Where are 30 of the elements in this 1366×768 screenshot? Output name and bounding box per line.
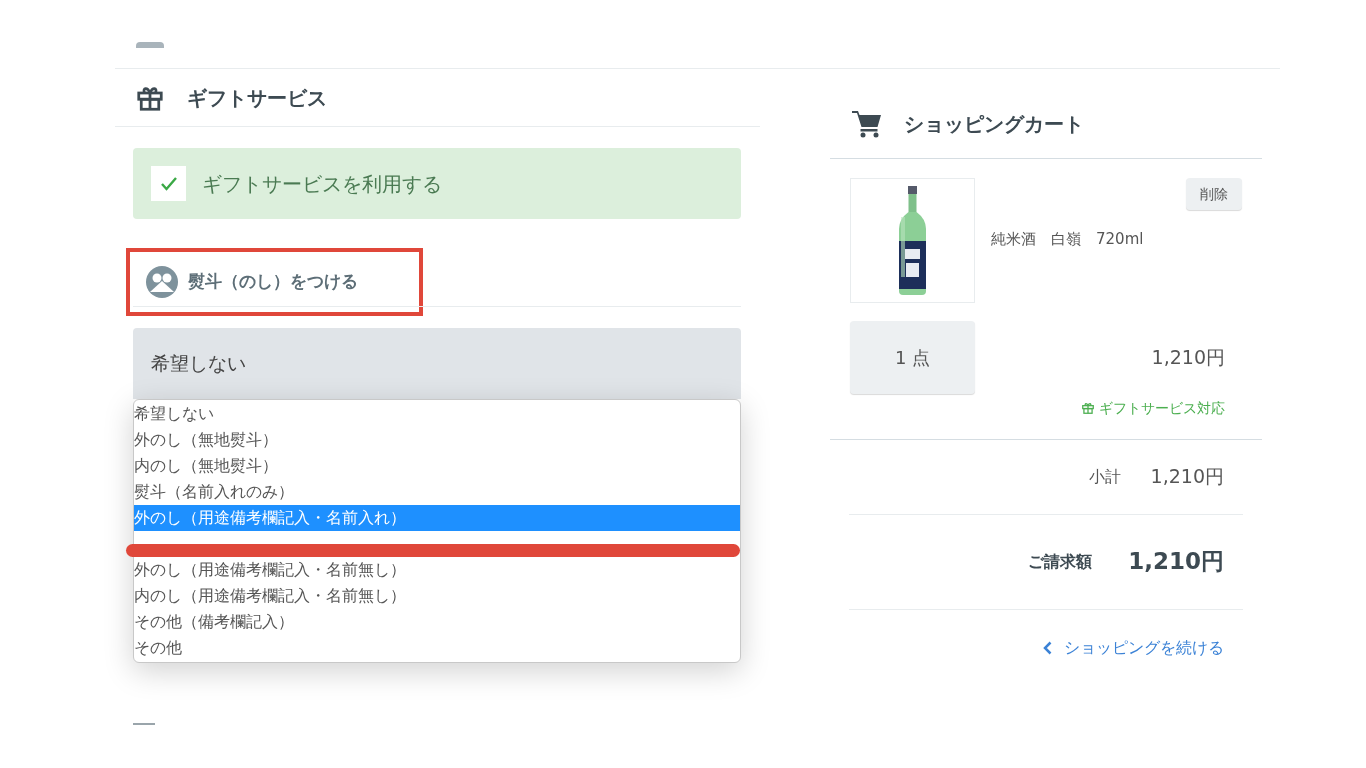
dropdown-option[interactable]: 熨斗（名前入れのみ）: [134, 479, 740, 505]
cut-off-icon: [136, 42, 164, 48]
delete-button[interactable]: 削除: [1186, 178, 1242, 210]
checkbox-label: ギフトサービスを利用する: [202, 170, 442, 198]
dropdown-option[interactable]: 内のし（無地熨斗）: [134, 453, 740, 479]
noshi-select[interactable]: 希望しない: [133, 328, 741, 399]
continue-shopping-link[interactable]: ショッピングを続ける: [1043, 635, 1224, 660]
subtotal-label: 小計: [1088, 465, 1121, 488]
product-name: 純米酒 白嶺 720ml: [991, 229, 1145, 250]
dropdown-option[interactable]: 外のし（用途備考欄記入・名前無し）: [134, 557, 740, 583]
dropdown-option[interactable]: 希望しない: [134, 401, 740, 427]
dropdown-option[interactable]: その他: [134, 635, 740, 661]
chevron-left-icon: [1043, 640, 1052, 655]
dropdown-option[interactable]: 内のし（用途備考欄記入・名前無し）: [134, 583, 740, 609]
dropdown-option[interactable]: その他（備考欄記入）: [134, 609, 740, 635]
item-price: 1,210円: [1151, 345, 1225, 370]
gift-service-label: ギフトサービス対応: [1099, 398, 1225, 418]
cart-title: ショッピングカート: [904, 111, 1084, 138]
dropdown-option[interactable]: 外のし（無地熨斗）: [134, 427, 740, 453]
check-icon: [160, 176, 177, 191]
total-label: ご請求額: [1028, 550, 1093, 573]
total-value: 1,210円: [1128, 547, 1224, 577]
cart-icon: [852, 110, 882, 138]
checkbox[interactable]: [151, 166, 186, 201]
gift-icon: [1081, 401, 1095, 415]
noshi-label: 熨斗（のし）をつける: [188, 270, 358, 294]
section-title: ギフトサービス: [187, 84, 327, 112]
subtotal-value: 1,210円: [1150, 464, 1224, 490]
noshi-icon: [146, 266, 178, 298]
quantity-field[interactable]: 1 点: [850, 321, 975, 394]
